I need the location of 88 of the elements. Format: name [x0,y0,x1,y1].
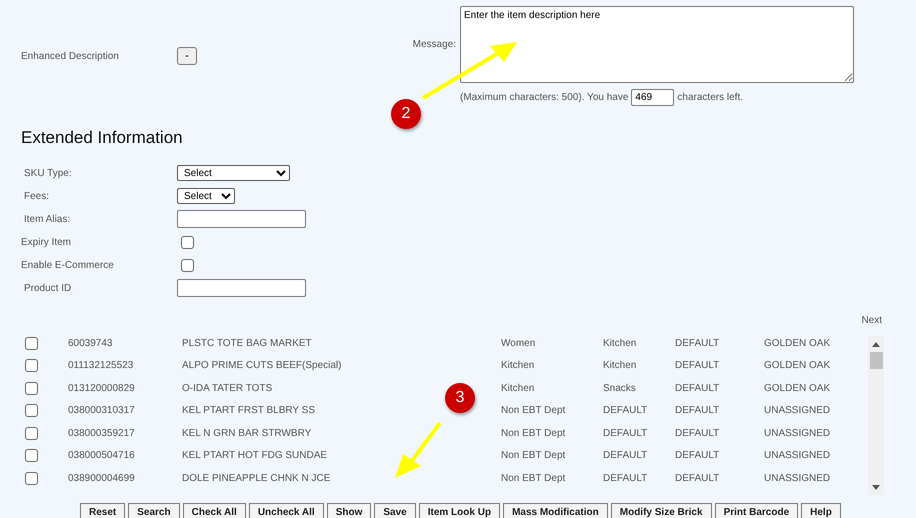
scrollbar[interactable] [868,336,884,495]
table-cell-text: DEFAULT [675,382,720,394]
table-cell-text: KEL PTART HOT FDG SUNDAE [182,450,328,462]
table-cell-text: GOLDEN OAK [764,338,832,349]
select-dropdown[interactable]: Select [177,188,235,204]
row-checkbox[interactable] [25,382,38,395]
table-cell-text: DEFAULT [603,405,648,416]
table-cell-text: UNASSIGNED [764,472,832,484]
action-button[interactable]: Modify Size Brick [610,503,712,518]
action-button[interactable]: Reset [80,503,126,518]
action-button[interactable]: Item Look Up [418,503,500,518]
table-cell-text: Non EBT Dept [501,405,566,416]
table-cell-text: KEL N GRN BAR STRWBRY [182,428,312,439]
action-button[interactable]: Show [326,503,372,518]
scroll-down-icon[interactable] [872,484,880,490]
action-button[interactable]: Help [801,503,841,518]
table-cell-text: DEFAULT [675,405,720,416]
arrow-icon [393,420,443,480]
table-cell-text: Kitchen [501,382,536,394]
table-cell-text: UNASSIGNED [764,405,832,416]
row-checkbox[interactable] [25,359,38,372]
table-cell-text: 011132125523 [68,360,134,372]
field-label: Enhanced Description [21,51,120,62]
section-title: Extended Information [21,128,184,149]
table-cell-text: 013120000829 [68,382,136,394]
table-cell-text: UNASSIGNED [764,450,832,462]
field-label: Message: [412,39,456,50]
table-cell-text: 038000359217 [68,428,136,439]
action-button[interactable]: Mass Modification [503,503,608,518]
table-cell-text: UNASSIGNED [764,428,832,439]
table-cell-text: 038900004699 [68,472,136,484]
field-label: Fees: [23,190,50,202]
table-cell-text: DEFAULT [603,428,648,439]
field-label: Enable E-Commerce [21,260,115,270]
field-label: Item Alias: [23,214,72,224]
table-cell-text: DOLE PINEAPPLE CHNK N JCE [182,472,332,484]
table-cell-text: Kitchen [603,360,638,372]
collapse-button[interactable]: - [177,47,197,65]
row-checkbox[interactable] [25,404,38,418]
select-dropdown[interactable]: Select [177,165,290,181]
table-cell-text: Non EBT Dept [501,472,566,484]
table-cell-text: DEFAULT [675,472,720,484]
action-button[interactable]: Uncheck All [248,503,324,518]
table-cell-text: GOLDEN OAK [764,360,832,372]
scroll-up-icon[interactable] [872,342,880,346]
table-cell-text: KEL PTART FRST BLBRY SS [182,405,316,416]
input-field[interactable] [177,210,306,228]
table-cell-text: GOLDEN OAK [764,382,832,394]
scrollbar-thumb[interactable] [870,352,882,369]
table-cell-text: 038000310317 [68,405,136,416]
table-cell-text: Non EBT Dept [501,428,566,439]
table-cell-text: Women [501,338,536,349]
field-label: Expiry Item [21,236,72,248]
table-cell-text: O-IDA TATER TOTS [182,382,274,394]
table-cell-text: DEFAULT [603,472,648,484]
action-button[interactable]: Print Barcode [714,503,798,518]
table-cell-text: DEFAULT [675,428,720,439]
row-checkbox[interactable] [25,336,38,350]
checkbox[interactable] [181,258,194,272]
table-cell-text: DEFAULT [675,360,720,372]
row-checkbox[interactable] [25,472,38,485]
table-cell-text: Non EBT Dept [501,450,566,462]
field-label: SKU Type: [23,168,73,178]
action-button[interactable]: Search [128,503,180,518]
step-marker: 3 [445,383,475,413]
table-cell-text: Snacks [603,382,637,394]
table-cell-text: PLSTC TOTE BAG MARKET [182,338,313,349]
next-link[interactable]: Next [861,315,882,326]
table-cell-text: Kitchen [603,338,638,349]
field-label: Product ID [23,282,72,294]
table-cell-text: DEFAULT [675,338,720,349]
table-cell-text: 038000504716 [68,450,136,462]
input-field[interactable] [177,279,306,297]
table-cell-text: 60039743 [68,338,114,349]
row-checkbox[interactable] [25,426,38,440]
action-button[interactable]: Check All [182,503,246,518]
table-cell-text: DEFAULT [675,450,720,462]
table-cell-text: Kitchen [501,360,536,372]
row-checkbox[interactable] [25,449,38,462]
hint-text: characters left. [677,92,744,103]
action-button[interactable]: Save [374,503,416,518]
remaining-count-field[interactable]: 469 [631,89,674,106]
table-cell-text: ALPO PRIME CUTS BEEF(Special) [182,360,342,372]
table-cell-text: DEFAULT [603,450,648,462]
checkbox[interactable] [181,236,194,248]
step-marker: 2 [391,99,421,129]
hint-text: (Maximum characters: 500). You have [460,92,628,103]
message-textarea[interactable]: Enter the item description here [460,6,854,83]
